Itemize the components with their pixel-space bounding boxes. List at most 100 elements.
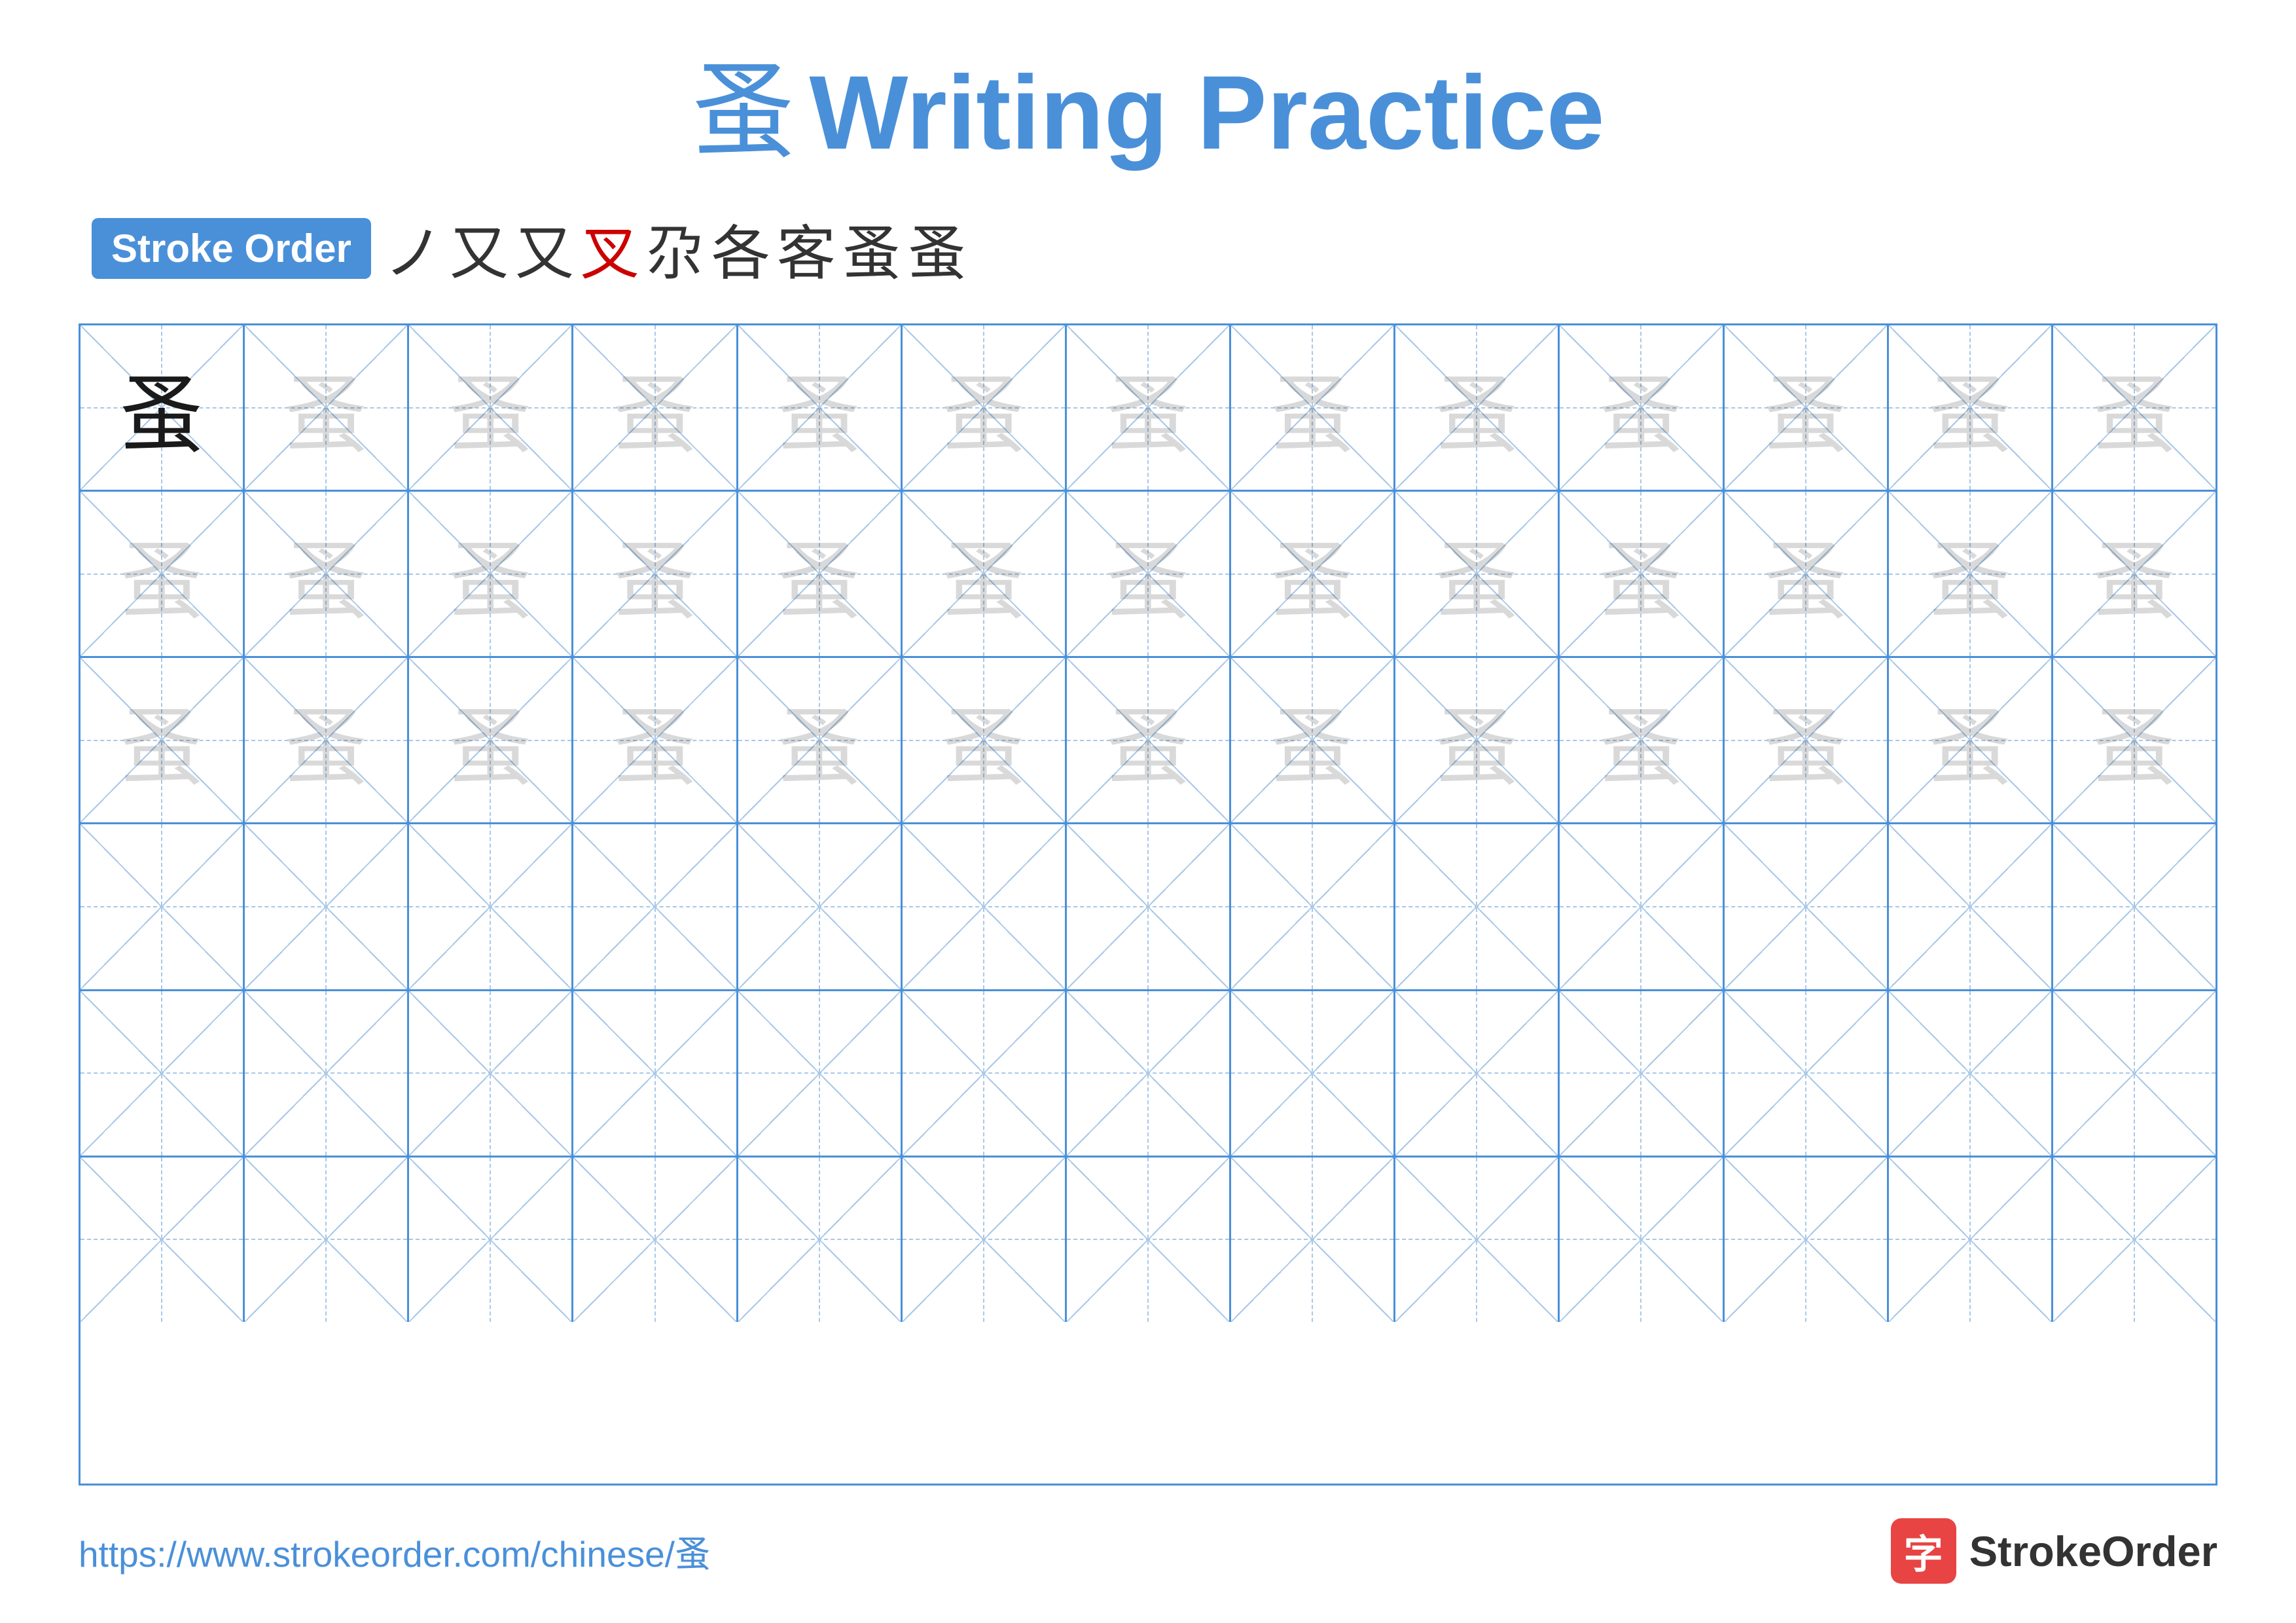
cell-3-4[interactable]: 蚤	[573, 658, 738, 822]
cell-6-2[interactable]	[245, 1158, 409, 1322]
cell-2-2[interactable]: 蚤	[245, 492, 409, 656]
cell-6-13[interactable]	[2053, 1158, 2215, 1322]
cell-5-4[interactable]	[573, 991, 738, 1156]
cell-4-11[interactable]	[1725, 824, 1889, 989]
cell-6-8[interactable]	[1231, 1158, 1395, 1322]
cell-3-2[interactable]: 蚤	[245, 658, 409, 822]
cell-1-4[interactable]: 蚤	[573, 325, 738, 490]
cell-2-13[interactable]: 蚤	[2053, 492, 2215, 656]
cell-6-7[interactable]	[1067, 1158, 1231, 1322]
cell-2-9[interactable]: 蚤	[1395, 492, 1560, 656]
cell-5-5[interactable]	[738, 991, 903, 1156]
grid-row-1: 蚤 蚤 蚤 蚤 蚤 蚤 蚤 蚤 蚤 蚤 蚤 蚤 蚤	[81, 325, 2215, 492]
cell-2-4[interactable]: 蚤	[573, 492, 738, 656]
cell-4-9[interactable]	[1395, 824, 1560, 989]
cell-6-3[interactable]	[409, 1158, 573, 1322]
cell-2-10[interactable]: 蚤	[1560, 492, 1724, 656]
cell-5-2[interactable]	[245, 991, 409, 1156]
cell-4-13[interactable]	[2053, 824, 2215, 989]
cell-diag	[1067, 824, 1229, 989]
char-ghost: 蚤	[1598, 346, 1683, 469]
cell-1-1[interactable]: 蚤	[81, 325, 245, 490]
cell-diag	[738, 1158, 901, 1322]
cell-diag	[903, 991, 1065, 1156]
cell-5-7[interactable]	[1067, 991, 1231, 1156]
cell-5-8[interactable]	[1231, 991, 1395, 1156]
cell-6-9[interactable]	[1395, 1158, 1560, 1322]
cell-1-7[interactable]: 蚤	[1067, 325, 1231, 490]
cell-1-3[interactable]: 蚤	[409, 325, 573, 490]
strokeorder-logo-icon: 字	[1891, 1518, 1956, 1584]
cell-1-9[interactable]: 蚤	[1395, 325, 1560, 490]
cell-3-9[interactable]: 蚤	[1395, 658, 1560, 822]
char-ghost: 蚤	[283, 513, 368, 636]
cell-4-3[interactable]	[409, 824, 573, 989]
cell-5-12[interactable]	[1889, 991, 2053, 1156]
cell-3-13[interactable]: 蚤	[2053, 658, 2215, 822]
cell-1-12[interactable]: 蚤	[1889, 325, 2053, 490]
cell-3-6[interactable]: 蚤	[903, 658, 1067, 822]
cell-1-13[interactable]: 蚤	[2053, 325, 2215, 490]
cell-6-10[interactable]	[1560, 1158, 1724, 1322]
char-ghost: 蚤	[777, 679, 862, 802]
cell-4-6[interactable]	[903, 824, 1067, 989]
cell-3-11[interactable]: 蚤	[1725, 658, 1889, 822]
cell-5-1[interactable]	[81, 991, 245, 1156]
cell-4-1[interactable]	[81, 824, 245, 989]
stroke-5: 尕	[646, 206, 705, 291]
stroke-2: 又	[450, 206, 509, 291]
cell-diag	[409, 991, 571, 1156]
cell-5-9[interactable]	[1395, 991, 1560, 1156]
cell-diag	[2053, 991, 2215, 1156]
cell-diag	[573, 991, 736, 1156]
cell-diag	[1889, 1158, 2051, 1322]
cell-5-11[interactable]	[1725, 991, 1889, 1156]
cell-2-1[interactable]: 蚤	[81, 492, 245, 656]
cell-diag	[245, 1158, 407, 1322]
char-ghost: 蚤	[1434, 513, 1519, 636]
cell-4-4[interactable]	[573, 824, 738, 989]
cell-6-6[interactable]	[903, 1158, 1067, 1322]
cell-2-6[interactable]: 蚤	[903, 492, 1067, 656]
cell-3-3[interactable]: 蚤	[409, 658, 573, 822]
cell-2-7[interactable]: 蚤	[1067, 492, 1231, 656]
cell-5-13[interactable]	[2053, 991, 2215, 1156]
cell-3-5[interactable]: 蚤	[738, 658, 903, 822]
cell-3-7[interactable]: 蚤	[1067, 658, 1231, 822]
cell-diag	[81, 991, 243, 1156]
cell-5-6[interactable]	[903, 991, 1067, 1156]
cell-4-5[interactable]	[738, 824, 903, 989]
cell-6-11[interactable]	[1725, 1158, 1889, 1322]
cell-4-7[interactable]	[1067, 824, 1231, 989]
cell-4-12[interactable]	[1889, 824, 2053, 989]
cell-3-8[interactable]: 蚤	[1231, 658, 1395, 822]
cell-1-2[interactable]: 蚤	[245, 325, 409, 490]
cell-2-5[interactable]: 蚤	[738, 492, 903, 656]
cell-3-12[interactable]: 蚤	[1889, 658, 2053, 822]
cell-1-10[interactable]: 蚤	[1560, 325, 1724, 490]
stroke-3: 又	[515, 206, 574, 291]
cell-6-5[interactable]	[738, 1158, 903, 1322]
cell-2-8[interactable]: 蚤	[1231, 492, 1395, 656]
cell-3-10[interactable]: 蚤	[1560, 658, 1724, 822]
footer: https://www.strokeorder.com/chinese/蚤 字 …	[79, 1518, 2217, 1584]
cell-diag	[573, 1158, 736, 1322]
cell-6-12[interactable]	[1889, 1158, 2053, 1322]
cell-4-10[interactable]	[1560, 824, 1724, 989]
cell-1-8[interactable]: 蚤	[1231, 325, 1395, 490]
cell-1-11[interactable]: 蚤	[1725, 325, 1889, 490]
cell-6-1[interactable]	[81, 1158, 245, 1322]
footer-url[interactable]: https://www.strokeorder.com/chinese/蚤	[79, 1525, 711, 1577]
cell-1-5[interactable]: 蚤	[738, 325, 903, 490]
cell-1-6[interactable]: 蚤	[903, 325, 1067, 490]
cell-6-4[interactable]	[573, 1158, 738, 1322]
cell-4-2[interactable]	[245, 824, 409, 989]
cell-5-10[interactable]	[1560, 991, 1724, 1156]
cell-5-3[interactable]	[409, 991, 573, 1156]
cell-2-3[interactable]: 蚤	[409, 492, 573, 656]
cell-4-8[interactable]	[1231, 824, 1395, 989]
cell-2-11[interactable]: 蚤	[1725, 492, 1889, 656]
cell-2-12[interactable]: 蚤	[1889, 492, 2053, 656]
logo-char: 字	[1904, 1523, 1943, 1580]
cell-3-1[interactable]: 蚤	[81, 658, 245, 822]
